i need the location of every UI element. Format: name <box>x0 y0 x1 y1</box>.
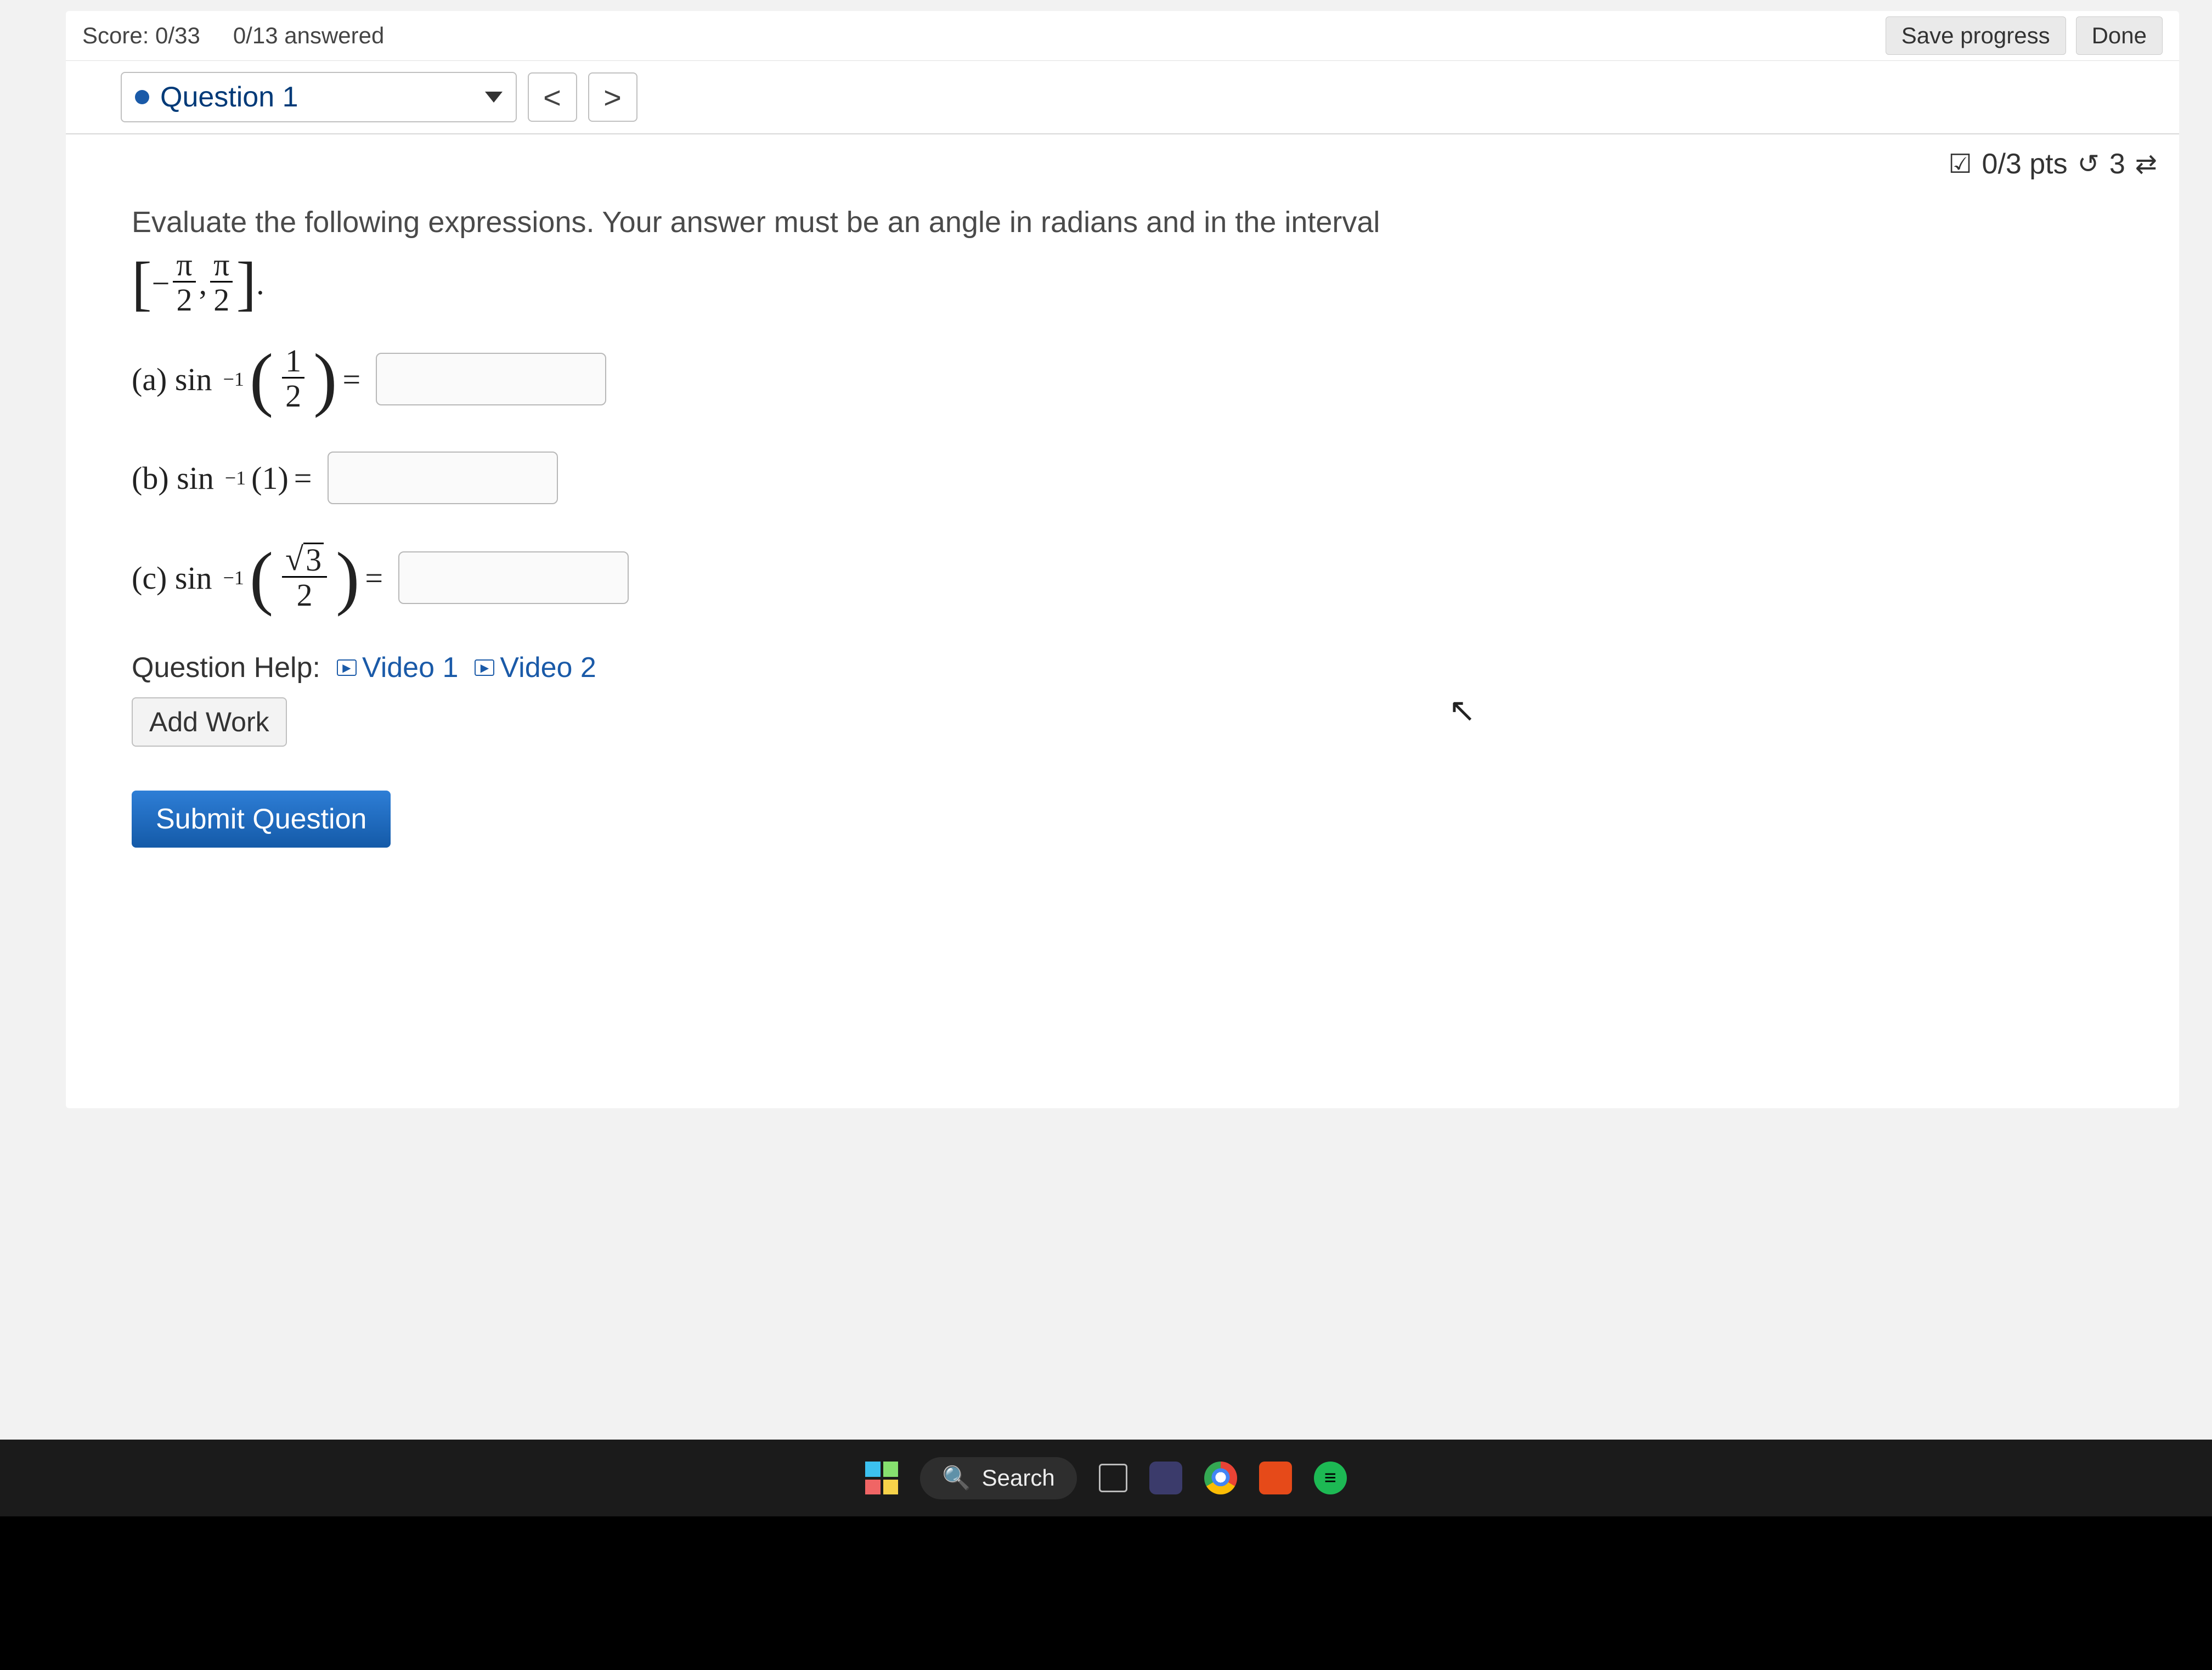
question-header: Question 1 < > <box>66 61 2179 134</box>
office-icon[interactable] <box>1259 1462 1292 1494</box>
chrome-icon[interactable] <box>1204 1462 1237 1494</box>
points-row: ☑ 0/3 pts ↺ 3 ⇄ <box>66 134 2179 186</box>
video1-link[interactable]: ▶ Video 1 <box>337 651 458 684</box>
task-view-icon[interactable] <box>1099 1464 1127 1492</box>
part-a-row: (a) sin −1 ( 1 2 ) = <box>132 345 2157 414</box>
done-button[interactable]: Done <box>2076 16 2163 55</box>
prev-question-button[interactable]: < <box>528 72 577 122</box>
interval-expression: [ − π 2 , π 2 ] . <box>132 249 264 318</box>
question-selector[interactable]: Question 1 <box>121 72 517 122</box>
search-placeholder: Search <box>982 1465 1055 1491</box>
score-text: Score: 0/33 <box>82 22 200 49</box>
spotify-icon[interactable]: ≡ <box>1314 1462 1347 1494</box>
save-progress-button[interactable]: Save progress <box>1886 16 2066 55</box>
camera-app-icon[interactable] <box>1149 1462 1182 1494</box>
taskbar-search[interactable]: 🔍 Search <box>920 1457 1076 1499</box>
play-icon: ▶ <box>337 659 357 676</box>
prompt-text: Evaluate the following expressions. Your… <box>132 202 2157 242</box>
next-question-button[interactable]: > <box>588 72 637 122</box>
question-status-dot-icon <box>135 90 149 104</box>
add-work-button[interactable]: Add Work <box>132 697 287 747</box>
points-text: 0/3 pts <box>1982 148 2068 180</box>
screen-bezel <box>0 1516 2212 1670</box>
caret-down-icon <box>485 92 503 103</box>
answered-text: 0/13 answered <box>233 22 385 49</box>
question-label: Question 1 <box>160 81 298 114</box>
search-icon: 🔍 <box>942 1465 970 1492</box>
part-c-row: (c) sin −1 ( √3 2 ) = <box>132 543 2157 613</box>
answer-input-c[interactable] <box>398 551 629 604</box>
help-row: Question Help: ▶ Video 1 ▶ Video 2 <box>132 651 2157 684</box>
part-b-row: (b) sin −1 (1) = <box>132 452 2157 504</box>
question-body: Evaluate the following expressions. Your… <box>66 186 2179 864</box>
windows-taskbar: 🔍 Search ≡ <box>0 1440 2212 1516</box>
answer-input-a[interactable] <box>376 353 606 405</box>
swap-icon: ⇄ <box>2135 149 2157 179</box>
checkbox-icon: ☑ <box>1949 149 1972 179</box>
submit-question-button[interactable]: Submit Question <box>132 791 391 848</box>
play-icon: ▶ <box>475 659 494 676</box>
retry-icon: ↺ <box>2078 149 2100 179</box>
top-bar: Score: 0/33 0/13 answered Save progress … <box>66 11 2179 61</box>
help-label: Question Help: <box>132 651 320 684</box>
page-content: Score: 0/33 0/13 answered Save progress … <box>66 11 2179 1108</box>
video2-link[interactable]: ▶ Video 2 <box>475 651 596 684</box>
answer-input-b[interactable] <box>328 452 558 504</box>
retry-count: 3 <box>2109 148 2125 180</box>
windows-start-icon[interactable] <box>865 1462 898 1494</box>
